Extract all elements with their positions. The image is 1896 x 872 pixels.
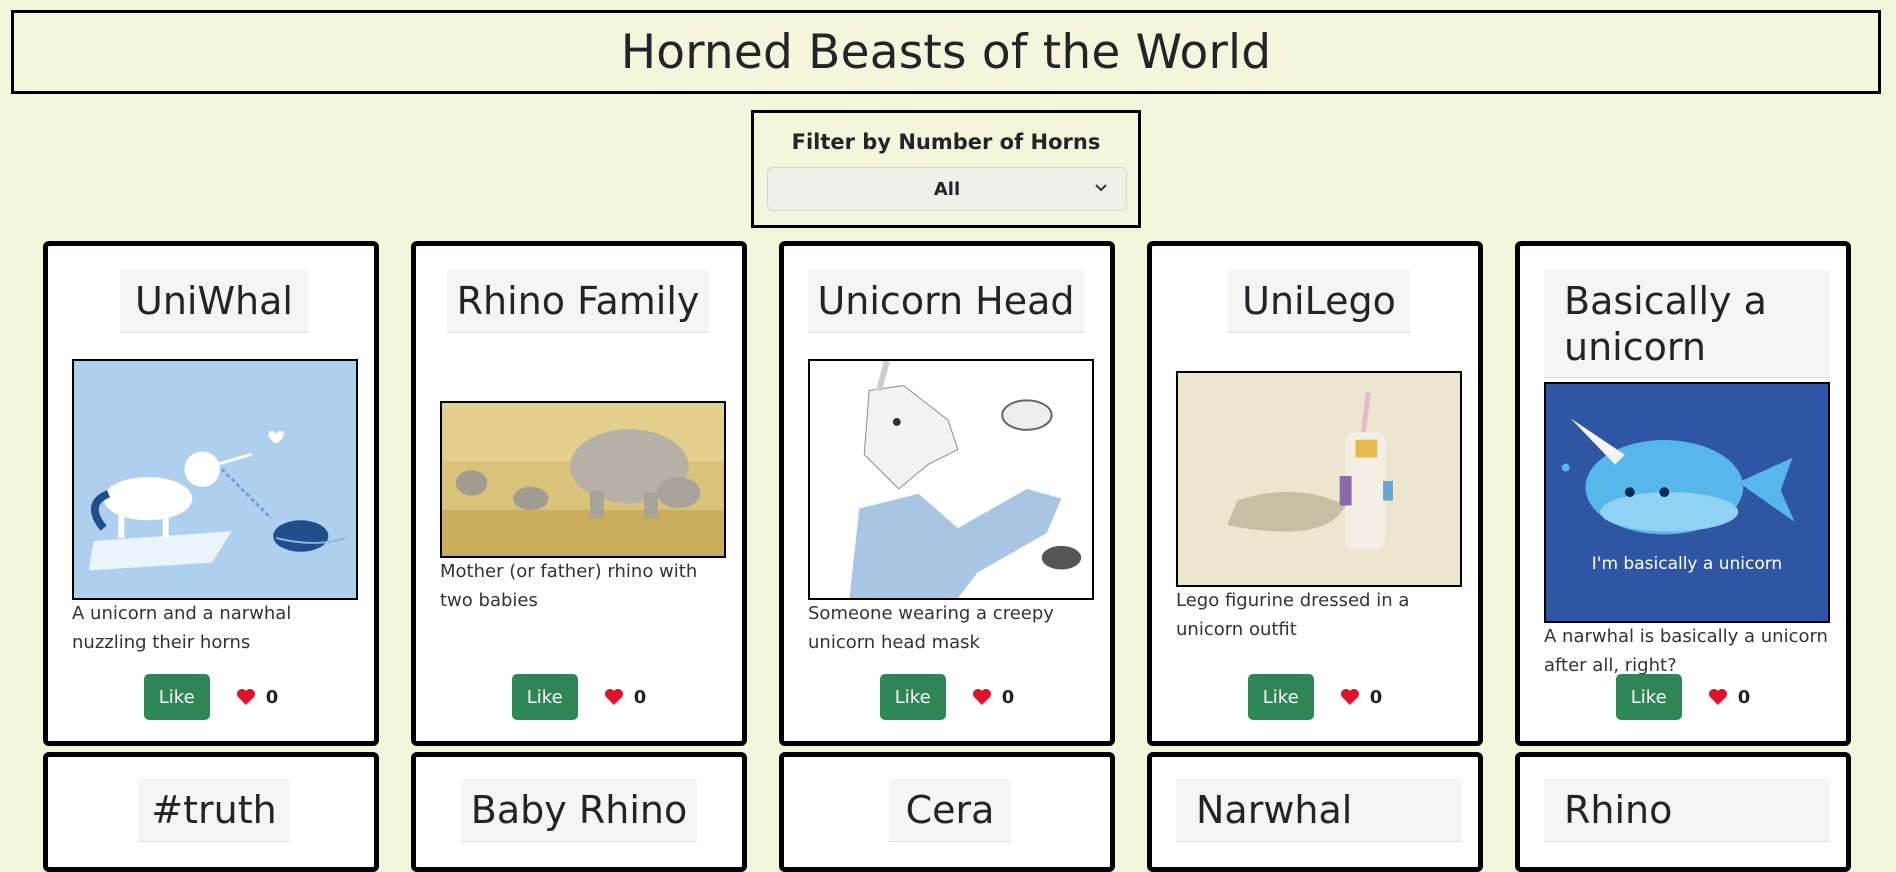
beast-card: Baby Rhino	[411, 752, 747, 872]
chevron-down-icon	[1095, 184, 1107, 192]
horn-filter: Filter by Number of Horns All	[751, 110, 1141, 228]
like-button[interactable]: Like	[143, 674, 210, 720]
heart-icon	[1708, 689, 1727, 705]
beast-card: Basically a unicorn I'm basically a unic…	[1515, 241, 1851, 746]
card-title: Cera	[889, 779, 1011, 842]
heart-icon	[972, 689, 991, 705]
card-title: Unicorn Head	[808, 270, 1084, 333]
page-header: Horned Beasts of the World	[11, 10, 1881, 94]
page-title: Horned Beasts of the World	[620, 24, 1272, 80]
card-image[interactable]	[808, 359, 1094, 600]
beast-card: Unicorn Head Someone wearing a creepy un…	[779, 241, 1115, 746]
horn-count-select[interactable]: All	[767, 167, 1127, 211]
like-count: 0	[1340, 687, 1382, 708]
card-description: Someone wearing a creepy unicorn head ma…	[808, 603, 1054, 653]
beast-card: UniWhal A unicorn and a narwhal nuzzling…	[43, 241, 379, 746]
beast-card: UniLego Lego figurine dressed in a unico…	[1147, 241, 1483, 746]
card-title: Basically a unicorn	[1544, 270, 1830, 378]
like-count: 0	[604, 687, 646, 708]
select-value: All	[933, 178, 961, 200]
beast-card: Rhino Family Mother (or father) rhino wi…	[411, 241, 747, 746]
beast-card: Cera	[779, 752, 1115, 872]
card-title: #truth	[138, 779, 290, 842]
card-image[interactable]	[440, 401, 726, 558]
like-button[interactable]: Like	[511, 674, 578, 720]
card-image[interactable]	[1176, 371, 1462, 587]
card-image[interactable]	[72, 359, 358, 600]
card-title: Baby Rhino	[461, 779, 697, 842]
beast-card: #truth	[43, 752, 379, 872]
like-button[interactable]: Like	[1247, 674, 1314, 720]
like-count: 0	[1708, 687, 1750, 708]
heart-icon	[1340, 689, 1359, 705]
heart-icon	[604, 689, 623, 705]
like-count: 0	[236, 687, 278, 708]
card-image[interactable]: I'm basically a unicorn	[1544, 382, 1830, 623]
card-title: Rhino	[1544, 779, 1830, 842]
card-description: A unicorn and a narwhal nuzzling their h…	[72, 603, 292, 653]
image-caption: I'm basically a unicorn	[1591, 554, 1783, 574]
like-button[interactable]: Like	[879, 674, 946, 720]
card-title: UniWhal	[120, 270, 308, 333]
card-title: Narwhal	[1176, 779, 1462, 842]
card-title: Rhino Family	[447, 270, 709, 333]
card-title: UniLego	[1228, 270, 1410, 333]
beast-card: Narwhal	[1147, 752, 1483, 872]
filter-label: Filter by Number of Horns	[791, 130, 1101, 154]
card-description: Lego figurine dressed in a unicorn outfi…	[1176, 590, 1410, 640]
beast-card: Rhino	[1515, 752, 1851, 872]
like-count: 0	[972, 687, 1014, 708]
heart-icon	[236, 689, 255, 705]
like-button[interactable]: Like	[1615, 674, 1682, 720]
card-description: A narwhal is basically a unicorn after a…	[1544, 626, 1828, 676]
card-description: Mother (or father) rhino with two babies	[440, 561, 698, 611]
